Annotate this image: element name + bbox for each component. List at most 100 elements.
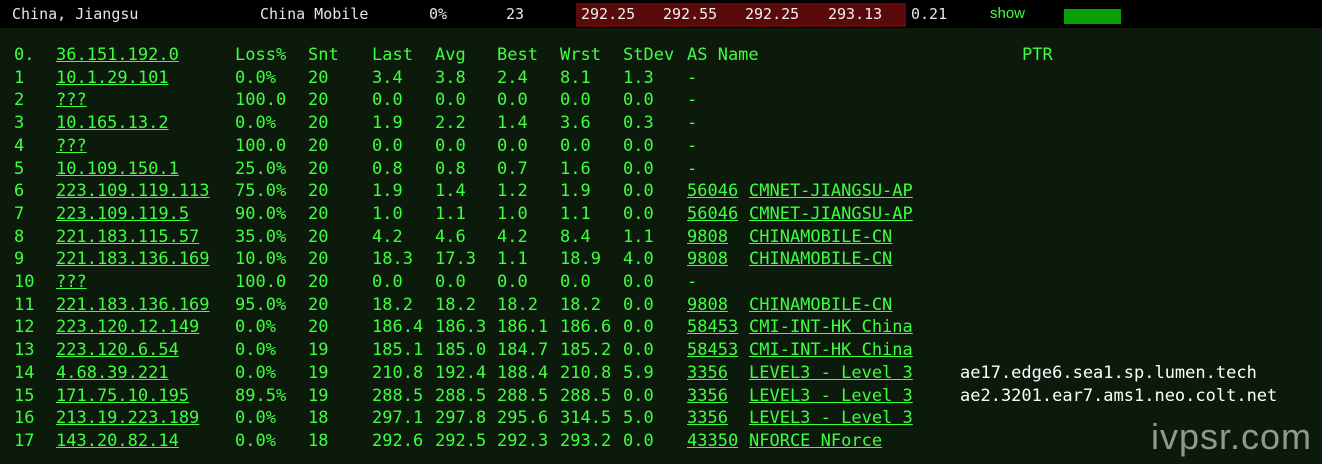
hop-as-name[interactable]: CHINAMOBILE-CN — [749, 294, 892, 316]
hop-sent: 20 — [308, 181, 329, 202]
hop-host[interactable]: 10.1.29.101 — [56, 67, 169, 89]
hop-best: 184.7 — [497, 340, 549, 361]
hop-host[interactable]: 10.109.150.1 — [56, 158, 179, 180]
hop-index: 15 — [14, 385, 35, 406]
hop-host[interactable]: ??? — [56, 135, 87, 157]
hop-as-name[interactable]: LEVEL3 - Level 3 — [749, 385, 913, 407]
hop-loss: 100.0 — [235, 272, 287, 292]
hop-worst: 3.6 — [560, 113, 591, 134]
hop-as-name[interactable]: LEVEL3 - Level 3 — [749, 407, 913, 429]
header-wrst: Wrst — [560, 45, 601, 65]
hop-index: 3 — [14, 113, 25, 134]
table-row: 17 143.20.82.14 0.0% 18 292.6 292.5 292.3 293.2… — [0, 430, 1322, 452]
hop-stdev: 0.0 — [623, 158, 654, 179]
hop-as-name[interactable]: CMI-INT-HK China — [749, 339, 913, 361]
hop-host[interactable]: 223.109.119.5 — [56, 203, 189, 225]
latency-avg: 292.55 — [663, 5, 718, 23]
hop-stdev: 0.0 — [623, 181, 654, 202]
hop-worst: 0.0 — [560, 135, 591, 156]
hop-best: 1.4 — [497, 113, 528, 134]
table-row: 7 223.109.119.5 90.0% 20 1.0 1.1 1.0 1.1 0.0 5604… — [0, 203, 1322, 225]
hop-last: 4.2 — [372, 226, 403, 247]
hop-as-name[interactable]: CMNET-JIANGSU-AP — [749, 180, 913, 202]
table-row: 2??? 100.0 20 0.0 0.0 0.0 0.0 0.0 - — [0, 89, 1322, 111]
hop-asn[interactable]: 9808 — [687, 226, 728, 248]
hop-index: 5 — [14, 158, 25, 179]
hop-index: 7 — [14, 203, 25, 224]
hop-asn[interactable]: 56046 — [687, 203, 738, 225]
hop-best: 1.1 — [497, 249, 528, 270]
header-target[interactable]: 36.151.192.0 — [56, 44, 179, 66]
hop-host[interactable]: 143.20.82.14 — [56, 430, 179, 452]
hop-host[interactable]: 4.68.39.221 — [56, 362, 169, 384]
hop-asn[interactable]: 3356 — [687, 362, 728, 384]
hop-asn[interactable]: 9808 — [687, 248, 728, 270]
hop-as-name[interactable]: NFORCE NForce — [749, 430, 882, 452]
hop-last: 1.0 — [372, 203, 403, 224]
hop-loss: 75.0% — [235, 181, 287, 202]
hop-host[interactable]: ??? — [56, 271, 87, 293]
hop-host[interactable]: 171.75.10.195 — [56, 385, 189, 407]
table-header: 0. 36.151.192.0 Loss% Snt Last Avg Best … — [0, 44, 1322, 66]
hop-sent: 20 — [308, 226, 329, 247]
hop-host[interactable]: 221.183.136.169 — [56, 294, 210, 316]
hop-asn[interactable]: 3356 — [687, 385, 728, 407]
show-link[interactable]: show — [990, 5, 1025, 23]
hop-loss: 10.0% — [235, 249, 287, 270]
hop-best: 0.0 — [497, 272, 528, 292]
hop-index: 9 — [14, 249, 25, 270]
hop-host[interactable]: ??? — [56, 89, 87, 111]
hop-last: 297.1 — [372, 408, 424, 429]
table-row: 10??? 100.0 20 0.0 0.0 0.0 0.0 0.0 - — [0, 271, 1322, 293]
watermark: ivpsr.com — [1150, 416, 1312, 457]
hop-as-name[interactable]: CMNET-JIANGSU-AP — [749, 203, 913, 225]
hop-as-name[interactable]: CMI-INT-HK China — [749, 316, 913, 338]
hop-host[interactable]: 10.165.13.2 — [56, 112, 169, 134]
header-avg: Avg — [435, 45, 466, 65]
hop-worst: 1.6 — [560, 158, 591, 179]
hop-loss: 0.0% — [235, 317, 276, 338]
hop-worst: 18.2 — [560, 294, 601, 315]
hop-loss: 0.0% — [235, 113, 276, 134]
hop-worst: 314.5 — [560, 408, 612, 429]
hop-stdev: 0.0 — [623, 294, 654, 315]
hop-sent: 19 — [308, 385, 329, 406]
table-row: 12 223.120.12.149 0.0% 20 186.4 186.3 186.1 186… — [0, 316, 1322, 338]
hop-avg: 17.3 — [435, 249, 476, 270]
hop-asn[interactable]: 3356 — [687, 407, 728, 429]
hop-asn: - — [687, 135, 698, 156]
hop-avg: 18.2 — [435, 294, 476, 315]
hop-host[interactable]: 223.120.6.54 — [56, 339, 179, 361]
header-stdev: StDev — [623, 45, 675, 65]
hop-worst: 293.2 — [560, 430, 612, 451]
isp-label: China Mobile — [260, 5, 369, 23]
hop-avg: 186.3 — [435, 317, 487, 338]
hop-host[interactable]: 213.19.223.189 — [56, 407, 199, 429]
hop-asn[interactable]: 58453 — [687, 339, 738, 361]
hop-asn[interactable]: 43350 — [687, 430, 738, 452]
hop-host[interactable]: 223.109.119.113 — [56, 180, 210, 202]
hop-as-name[interactable]: LEVEL3 - Level 3 — [749, 362, 913, 384]
hop-as-name[interactable]: CHINAMOBILE-CN — [749, 248, 892, 270]
table-row: 6 223.109.119.113 75.0% 20 1.9 1.4 1.2 1.9 0.0 56… — [0, 180, 1322, 202]
hop-host[interactable]: 221.183.136.169 — [56, 248, 210, 270]
hop-host[interactable]: 221.183.115.57 — [56, 226, 199, 248]
hop-host[interactable]: 223.120.12.149 — [56, 316, 199, 338]
hop-asn[interactable]: 9808 — [687, 294, 728, 316]
hop-stdev: 0.0 — [623, 430, 654, 451]
hop-best: 0.0 — [497, 135, 528, 156]
hop-asn[interactable]: 56046 — [687, 180, 738, 202]
hop-as-name[interactable]: CHINAMOBILE-CN — [749, 226, 892, 248]
hop-best: 288.5 — [497, 385, 549, 406]
hop-avg: 185.0 — [435, 340, 487, 361]
hop-sent: 19 — [308, 340, 329, 361]
hop-loss: 95.0% — [235, 294, 287, 315]
hop-best: 292.3 — [497, 430, 549, 451]
hop-asn[interactable]: 58453 — [687, 316, 738, 338]
hop-best: 18.2 — [497, 294, 538, 315]
hop-loss: 89.5% — [235, 385, 287, 406]
hop-loss: 90.0% — [235, 203, 287, 224]
table-row: 14 4.68.39.221 0.0% 19 210.8 192.4 188.4 210.8 5… — [0, 362, 1322, 384]
hop-sent: 20 — [308, 317, 329, 338]
location-label: China, Jiangsu — [12, 5, 139, 23]
